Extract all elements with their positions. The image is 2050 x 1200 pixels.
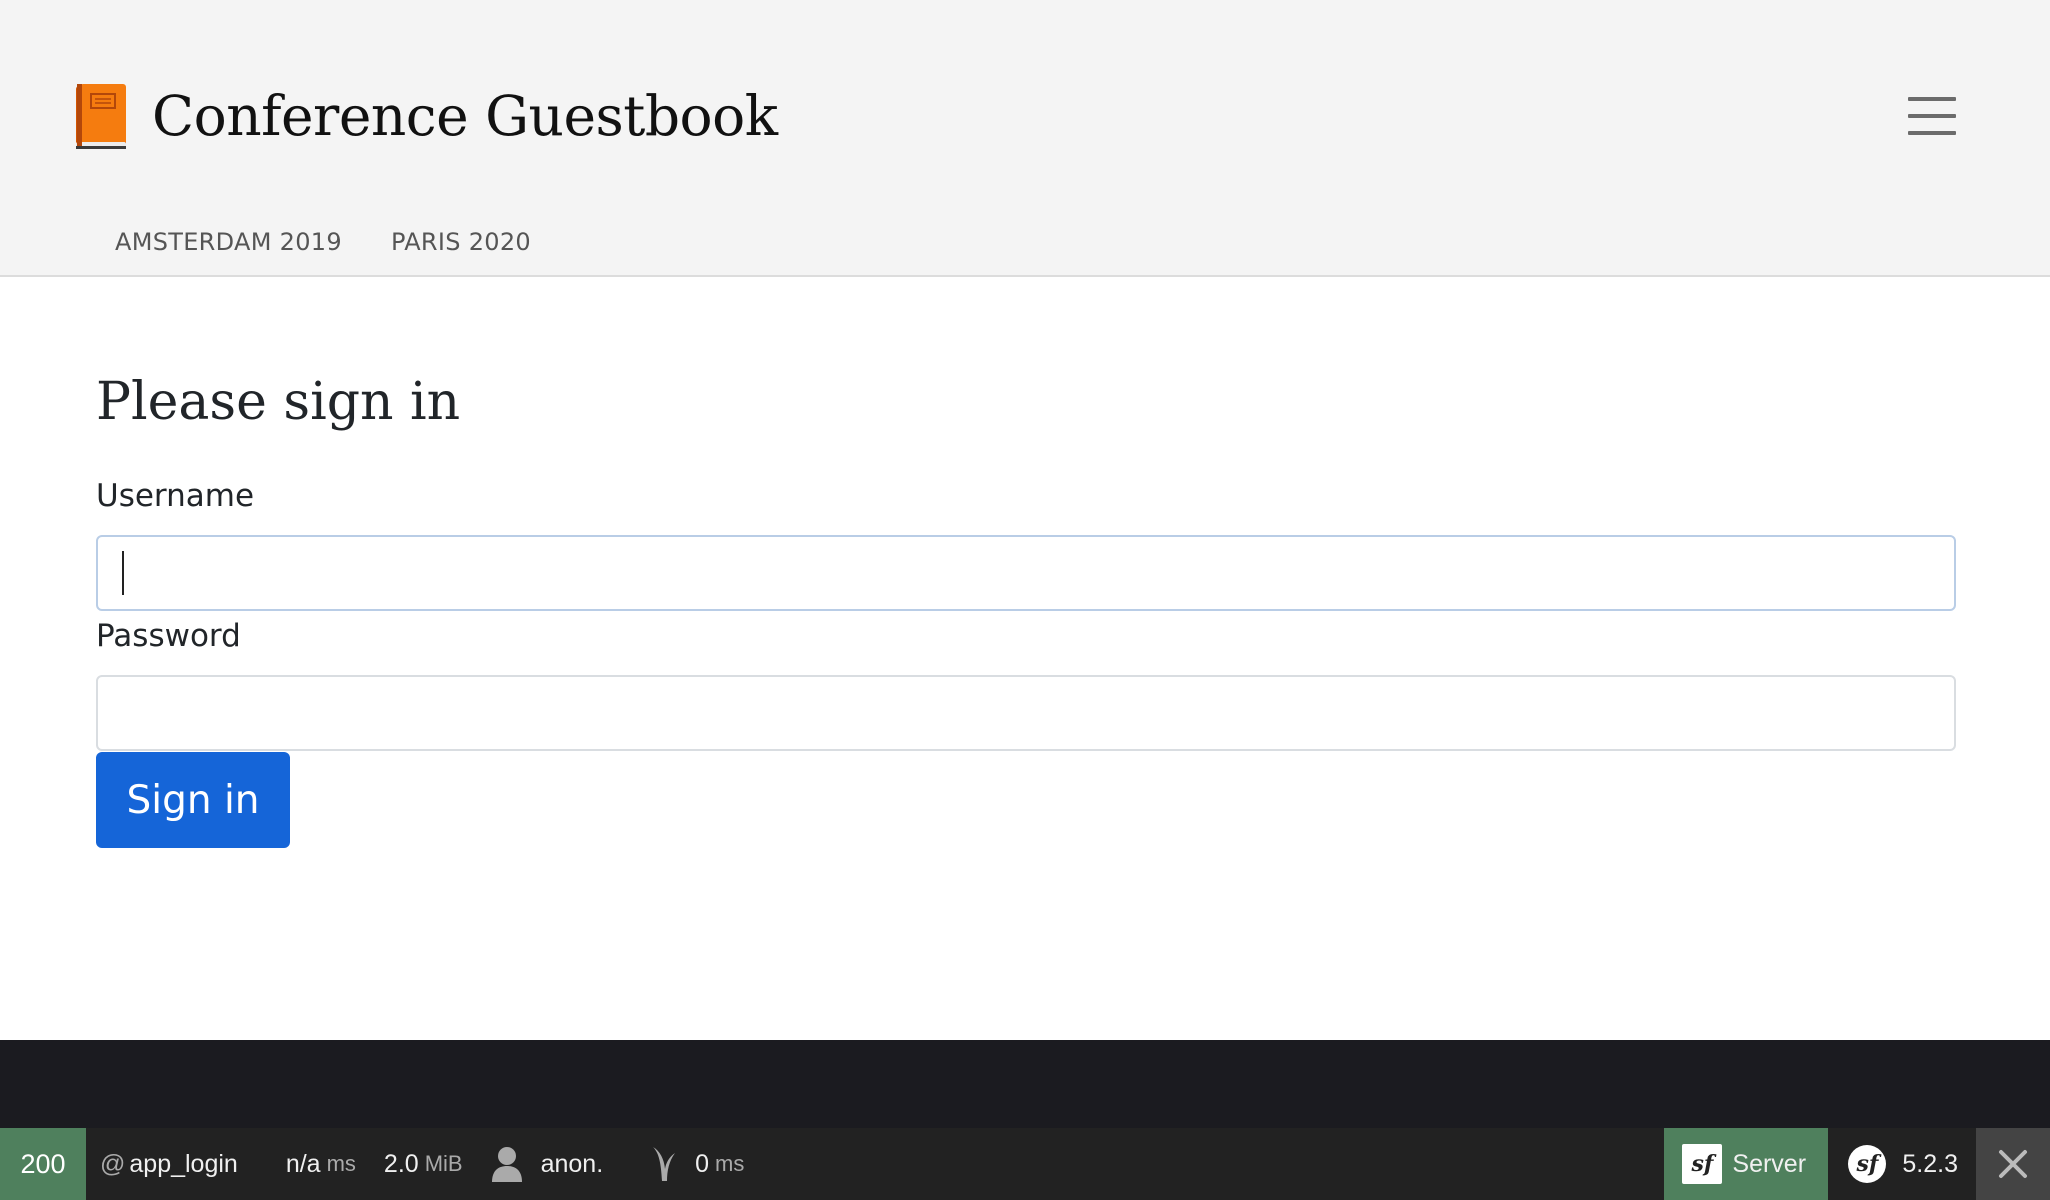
route-prefix: @: [100, 1149, 126, 1178]
event-dispatcher-icon: [653, 1147, 676, 1181]
hamburger-icon-line: [1908, 97, 1956, 101]
hamburger-icon-line: [1908, 114, 1956, 118]
hamburger-icon-line: [1908, 131, 1956, 135]
debug-toolbar: 200 @ app_login n/a ms 2.0 MiB anon. 0 m…: [0, 1128, 2050, 1200]
username-label: Username: [96, 478, 255, 514]
nav-link-amsterdam-2019[interactable]: AMSTERDAM 2019: [115, 228, 342, 256]
menu-toggle-button[interactable]: [1900, 95, 1960, 137]
page-title: Please sign in: [96, 372, 461, 432]
close-icon: [1999, 1150, 2027, 1178]
events-unit: ms: [715, 1151, 745, 1176]
close-toolbar-button[interactable]: [1976, 1128, 2050, 1200]
password-input[interactable]: [96, 675, 1956, 751]
site-title: Conference Guestbook: [152, 84, 778, 148]
conference-nav: AMSTERDAM 2019 PARIS 2020: [115, 228, 531, 256]
events-panel[interactable]: 0 ms: [633, 1128, 758, 1200]
username-input[interactable]: [96, 535, 1956, 611]
memory-unit: MiB: [424, 1151, 463, 1176]
password-label: Password: [96, 618, 241, 654]
server-label: Server: [1732, 1149, 1807, 1178]
status-code-badge[interactable]: 200: [0, 1128, 86, 1200]
user-name: anon.: [540, 1149, 604, 1178]
memory-panel[interactable]: 2.0 MiB: [370, 1128, 477, 1200]
symfony-version: 5.2.3: [1902, 1149, 1958, 1178]
page-footer: [0, 1040, 2050, 1128]
user-icon: [491, 1147, 522, 1182]
sign-in-button[interactable]: Sign in: [96, 752, 290, 848]
symfony-logo-icon: sf: [1848, 1145, 1887, 1183]
route-name: app_login: [129, 1149, 238, 1178]
route-panel[interactable]: @ app_login: [86, 1128, 266, 1200]
closed-book-icon: [76, 84, 126, 149]
nav-link-paris-2020[interactable]: PARIS 2020: [391, 228, 531, 256]
site-header: Conference Guestbook AMSTERDAM 2019 PARI…: [0, 0, 2050, 277]
time-panel[interactable]: n/a ms: [266, 1128, 370, 1200]
brand-link[interactable]: Conference Guestbook: [74, 80, 778, 152]
events-value: 0: [695, 1149, 710, 1178]
version-panel[interactable]: sf 5.2.3: [1828, 1128, 1976, 1200]
time-unit: ms: [326, 1151, 356, 1176]
time-value: n/a: [285, 1149, 321, 1178]
memory-value: 2.0: [383, 1149, 419, 1178]
symfony-logo-icon: sf: [1682, 1144, 1723, 1184]
text-cursor: [122, 551, 124, 595]
security-panel[interactable]: anon.: [477, 1128, 634, 1200]
server-panel[interactable]: sf Server: [1664, 1128, 1829, 1200]
